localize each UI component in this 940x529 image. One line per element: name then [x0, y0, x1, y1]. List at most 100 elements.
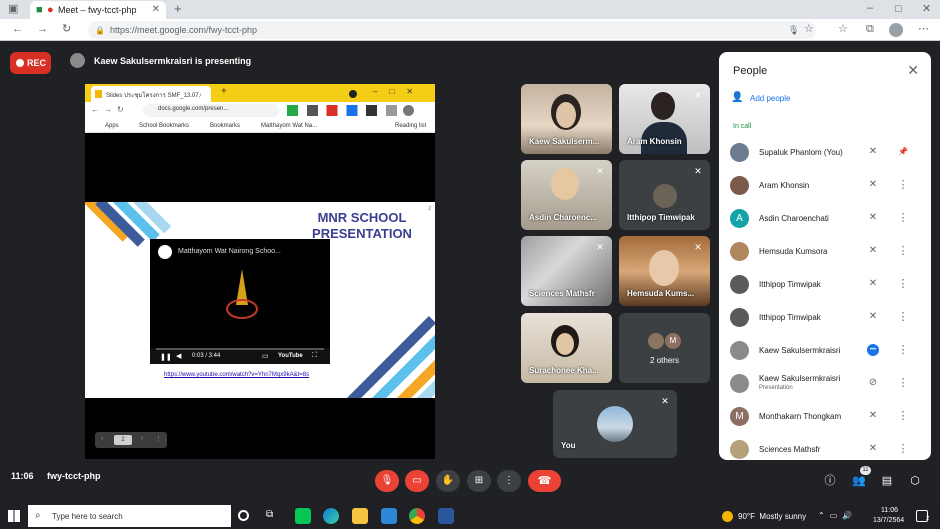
- windows-start-icon[interactable]: [8, 510, 20, 522]
- participant-tile[interactable]: ✕ Itthipop Timwipak: [619, 160, 710, 230]
- more-options-icon[interactable]: ⋮: [897, 310, 909, 324]
- mic-toggle-button[interactable]: 🎙: [375, 470, 399, 492]
- maximize-icon[interactable]: □: [895, 4, 902, 15]
- self-tile[interactable]: ✕ You: [553, 390, 677, 458]
- participant-row[interactable]: A Asdin Charoenchati ✕ ⋮: [719, 202, 931, 235]
- tile-name: Surachonee Kha...: [529, 366, 599, 375]
- participant-tile[interactable]: ✕ Asdin Charoenc...: [521, 160, 612, 230]
- back-icon[interactable]: ←: [12, 24, 23, 35]
- browser-toolbar: ← → ↻ 🔒 https://meet.google.com/fwy-tcct…: [0, 19, 940, 41]
- word-icon[interactable]: [438, 508, 454, 524]
- participant-row[interactable]: Aram Khonsin ✕ ⋮: [719, 169, 931, 202]
- muted-mic-icon: ✕: [661, 396, 669, 406]
- more-options-icon[interactable]: ⋮: [897, 277, 909, 291]
- end-call-button[interactable]: ☎: [528, 470, 561, 492]
- meeting-time: 11:06: [11, 471, 34, 481]
- task-view-icon[interactable]: ⧉: [266, 509, 273, 520]
- participant-avatar: [730, 176, 749, 195]
- close-panel-icon[interactable]: ✕: [907, 62, 919, 79]
- new-tab-icon[interactable]: +: [174, 2, 182, 15]
- address-bar[interactable]: 🔒 https://meet.google.com/fwy-tcct-php 🎙…: [88, 21, 816, 39]
- people-icon[interactable]: 👥: [852, 474, 866, 488]
- tray-icons[interactable]: ⌃▭🔊: [818, 511, 857, 520]
- participant-row[interactable]: Kaew Sakulsermkraisri ••• ⋮: [719, 334, 931, 367]
- participant-tile[interactable]: ✕ Sciences Mathsfr: [521, 236, 612, 306]
- cortana-icon[interactable]: [238, 510, 249, 521]
- file-explorer-icon[interactable]: [352, 508, 368, 524]
- face-shape-inner: [556, 333, 574, 355]
- participant-name: Kaew Sakulsermkraisri: [759, 346, 841, 355]
- pin-icon[interactable]: 📌: [897, 145, 909, 159]
- participant-name: Hemsuda Kumsora: [759, 247, 828, 256]
- more-slide-icon[interactable]: ⋮: [155, 435, 162, 443]
- profile-avatar[interactable]: [889, 23, 903, 37]
- info-icon[interactable]: ⓘ: [823, 474, 837, 488]
- minimize-icon[interactable]: –: [867, 3, 873, 14]
- participant-tile[interactable]: ✕ Hemsuda Kums...: [619, 236, 710, 306]
- participant-tile[interactable]: ✕ Aram Khonsin: [619, 84, 710, 154]
- slide-pager[interactable]: ‹ 2 › ⋮: [95, 432, 167, 448]
- participant-row[interactable]: Sciences Mathsfr ✕ ⋮: [719, 433, 931, 460]
- raise-hand-button[interactable]: ✋: [436, 470, 460, 492]
- chrome-icon[interactable]: [409, 508, 425, 524]
- muted-mic-icon: ✕: [596, 242, 604, 252]
- clock-date[interactable]: 13/7/2564: [873, 517, 904, 524]
- close-window-icon[interactable]: ✕: [922, 4, 931, 15]
- browser-tab-meet[interactable]: ■ ● Meet – fwy-tcct-php ✕: [30, 1, 166, 19]
- shared-new-tab-icon: +: [221, 86, 227, 97]
- shared-nav-icons: ←→↻: [91, 105, 129, 114]
- weather-icon: [722, 511, 733, 522]
- others-tile[interactable]: M 2 others: [619, 313, 710, 383]
- close-tab-icon[interactable]: ✕: [152, 4, 160, 15]
- favorites-icon[interactable]: ☆: [838, 24, 848, 35]
- participant-row[interactable]: Kaew Sakulsermkraisri Presentation ⊘ ⋮: [719, 367, 931, 400]
- more-options-icon[interactable]: ⋮: [897, 211, 909, 225]
- present-button[interactable]: ⊞: [467, 470, 491, 492]
- edge-icon[interactable]: [323, 508, 339, 524]
- collections-icon[interactable]: ⧉: [866, 24, 874, 35]
- draw-app-icon[interactable]: [381, 508, 397, 524]
- participant-row[interactable]: Hemsuda Kumsora ✕ ⋮: [719, 235, 931, 268]
- recording-dot-icon: ●: [47, 4, 54, 16]
- more-options-icon[interactable]: ⋮: [897, 376, 909, 390]
- participant-row[interactable]: Itthipop Timwipak ✕ ⋮: [719, 301, 931, 334]
- next-slide-icon[interactable]: ›: [141, 435, 143, 442]
- weather-text[interactable]: 90°F Mostly sunny: [738, 512, 806, 521]
- muted-mic-icon: ✕: [694, 166, 702, 176]
- line-app-icon[interactable]: [295, 508, 311, 524]
- participant-avatar: [730, 308, 749, 327]
- meeting-code[interactable]: fwy-tcct-php: [47, 471, 101, 481]
- more-menu-icon[interactable]: ⋯: [918, 24, 929, 35]
- shared-bookmarks-bar: Apps School Bookmarks Bookmarks Matthayo…: [85, 120, 435, 133]
- more-options-icon[interactable]: ⋮: [897, 343, 909, 357]
- chat-icon[interactable]: ▤: [880, 474, 894, 488]
- shared-screen[interactable]: Slides ประชุมโครงการ SMF_13.07.6 + –□✕ ←…: [85, 84, 435, 459]
- activities-icon[interactable]: ⬡: [908, 474, 922, 488]
- more-options-icon[interactable]: ⋮: [897, 178, 909, 192]
- more-options-icon[interactable]: ⋮: [897, 409, 909, 423]
- in-call-label: In call: [733, 123, 752, 130]
- participant-row[interactable]: Itthipop Timwipak ✕ ⋮: [719, 268, 931, 301]
- shared-tab: Slides ประชุมโครงการ SMF_13.07.6: [91, 86, 211, 102]
- mic-icon[interactable]: 🎙: [788, 25, 799, 36]
- participant-row[interactable]: Supaluk Phanlom (You) ✕ 📌: [719, 136, 931, 169]
- participant-row[interactable]: M Monthakarn Thongkam ✕ ⋮: [719, 400, 931, 433]
- more-options-icon[interactable]: ⋮: [897, 244, 909, 258]
- window-menu-icon[interactable]: ▣: [8, 4, 18, 15]
- participant-avatar: [730, 440, 749, 459]
- forward-icon[interactable]: →: [37, 24, 48, 35]
- video-title: Matthayom Wat Nairong Schoo...: [178, 248, 281, 255]
- clock-time[interactable]: 11:06: [881, 507, 898, 514]
- bookmark-star-icon[interactable]: ☆: [804, 24, 814, 35]
- participant-tile[interactable]: Kaew Sakulserm...: [521, 84, 612, 154]
- participant-name: Sciences Mathsfr: [759, 445, 821, 454]
- taskbar-search[interactable]: ⌕ Type here to search: [28, 505, 231, 527]
- video-time: 0:03 / 3:44: [192, 353, 221, 359]
- meet-favicon-icon: ■: [36, 4, 43, 16]
- prev-slide-icon[interactable]: ‹: [101, 435, 103, 442]
- camera-toggle-button[interactable]: ▭: [405, 470, 429, 492]
- participant-tile[interactable]: Surachonee Kha...: [521, 313, 612, 383]
- reload-icon[interactable]: ↻: [62, 24, 71, 35]
- more-options-button[interactable]: ⋮: [497, 470, 521, 492]
- more-options-icon[interactable]: ⋮: [897, 442, 909, 456]
